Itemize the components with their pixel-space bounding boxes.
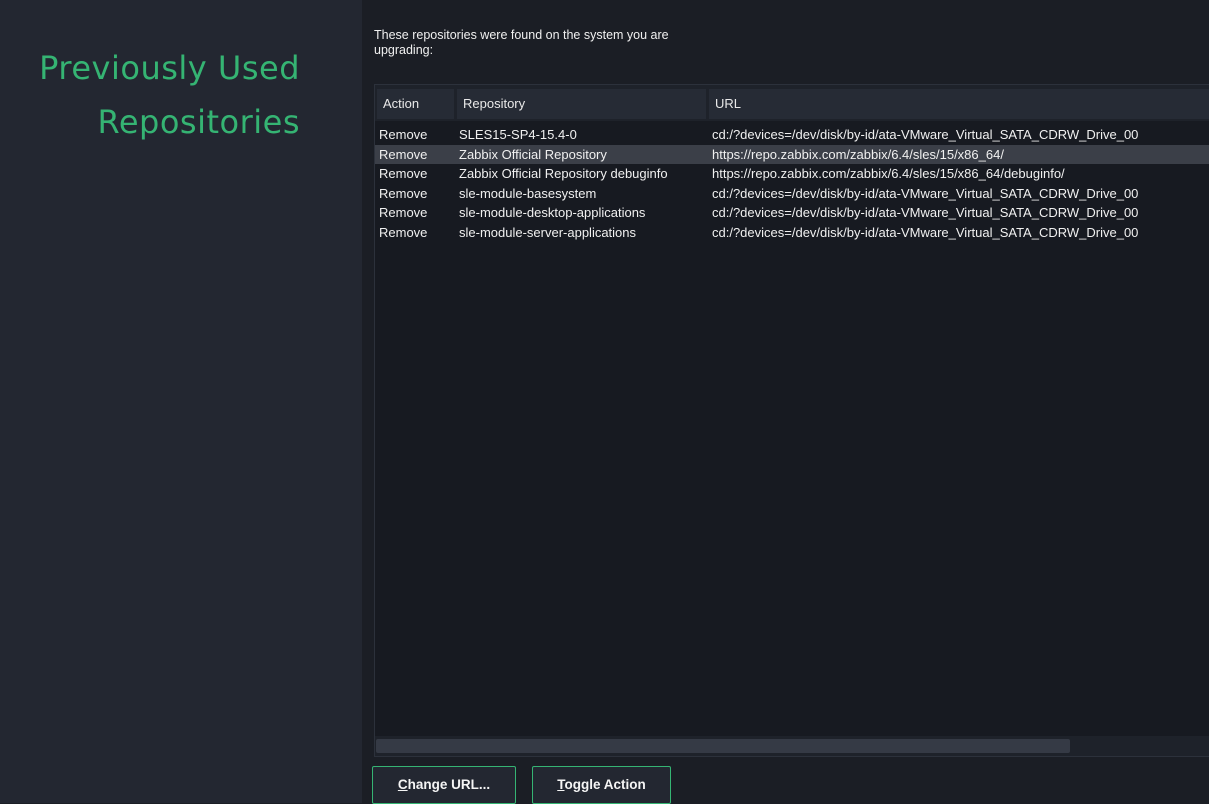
- row-repository: Zabbix Official Repository debuginfo: [459, 166, 668, 181]
- column-header-repository[interactable]: Repository: [457, 89, 706, 119]
- row-url: https://repo.zabbix.com/zabbix/6.4/sles/…: [712, 166, 1065, 181]
- horizontal-scrollbar[interactable]: [375, 736, 1209, 756]
- row-url: cd:/?devices=/dev/disk/by-id/ata-VMware_…: [712, 127, 1139, 142]
- row-action: Remove: [379, 205, 428, 220]
- row-repository: sle-module-server-applications: [459, 224, 637, 240]
- row-action: Remove: [379, 127, 428, 142]
- row-url: cd:/?devices=/dev/disk/by-id/ata-VMware_…: [712, 224, 1139, 240]
- toggle-action-label: oggle Action: [564, 777, 646, 792]
- row-repository: Zabbix Official Repository: [459, 146, 607, 162]
- change-url-mnemonic: C: [397, 777, 408, 792]
- row-url: https://repo.zabbix.com/zabbix/6.4/sles/…: [712, 146, 1004, 162]
- sidebar: Previously Used Repositories: [0, 0, 362, 803]
- table-row[interactable]: Remove Zabbix Official Repository debugi…: [375, 164, 1209, 184]
- row-repository: sle-module-desktop-applications: [459, 205, 646, 220]
- intro-text: These repositories were found on the sys…: [374, 28, 669, 57]
- toggle-action-button[interactable]: Toggle Action: [532, 766, 671, 804]
- row-url: cd:/?devices=/dev/disk/by-id/ata-VMware_…: [712, 205, 1139, 220]
- table-header: Action Repository URL: [375, 85, 1209, 121]
- column-header-action[interactable]: Action: [377, 89, 454, 119]
- row-action: Remove: [379, 224, 428, 240]
- scrollbar-thumb[interactable]: [376, 739, 1070, 753]
- change-url-button[interactable]: Change URL...: [372, 766, 516, 804]
- column-header-url[interactable]: URL: [709, 89, 1209, 119]
- row-repository: sle-module-basesystem: [459, 185, 597, 201]
- row-action: Remove: [379, 166, 428, 181]
- row-action: Remove: [379, 146, 428, 162]
- table-row[interactable]: Remove sle-module-desktop-applications c…: [375, 203, 1209, 223]
- table-row[interactable]: Remove Zabbix Official Repository https:…: [375, 144, 1209, 164]
- change-url-label: hange URL...: [407, 777, 491, 792]
- row-repository: SLES15-SP4-15.4-0: [459, 127, 577, 142]
- repository-table[interactable]: Action Repository URL Remove SLES15-SP4-…: [374, 84, 1209, 757]
- table-row[interactable]: Remove sle-module-server-applications cd…: [375, 223, 1209, 243]
- table-row[interactable]: Remove sle-module-basesystem cd:/?device…: [375, 184, 1209, 204]
- page-title: Previously Used Repositories: [39, 49, 300, 141]
- row-action: Remove: [379, 185, 428, 201]
- table-row[interactable]: Remove SLES15-SP4-15.4-0 cd:/?devices=/d…: [375, 125, 1209, 145]
- row-url: cd:/?devices=/dev/disk/by-id/ata-VMware_…: [712, 185, 1139, 201]
- toggle-action-mnemonic: T: [557, 777, 565, 792]
- table-body: Remove SLES15-SP4-15.4-0 cd:/?devices=/d…: [375, 125, 1209, 242]
- main-panel: These repositories were found on the sys…: [362, 0, 1209, 804]
